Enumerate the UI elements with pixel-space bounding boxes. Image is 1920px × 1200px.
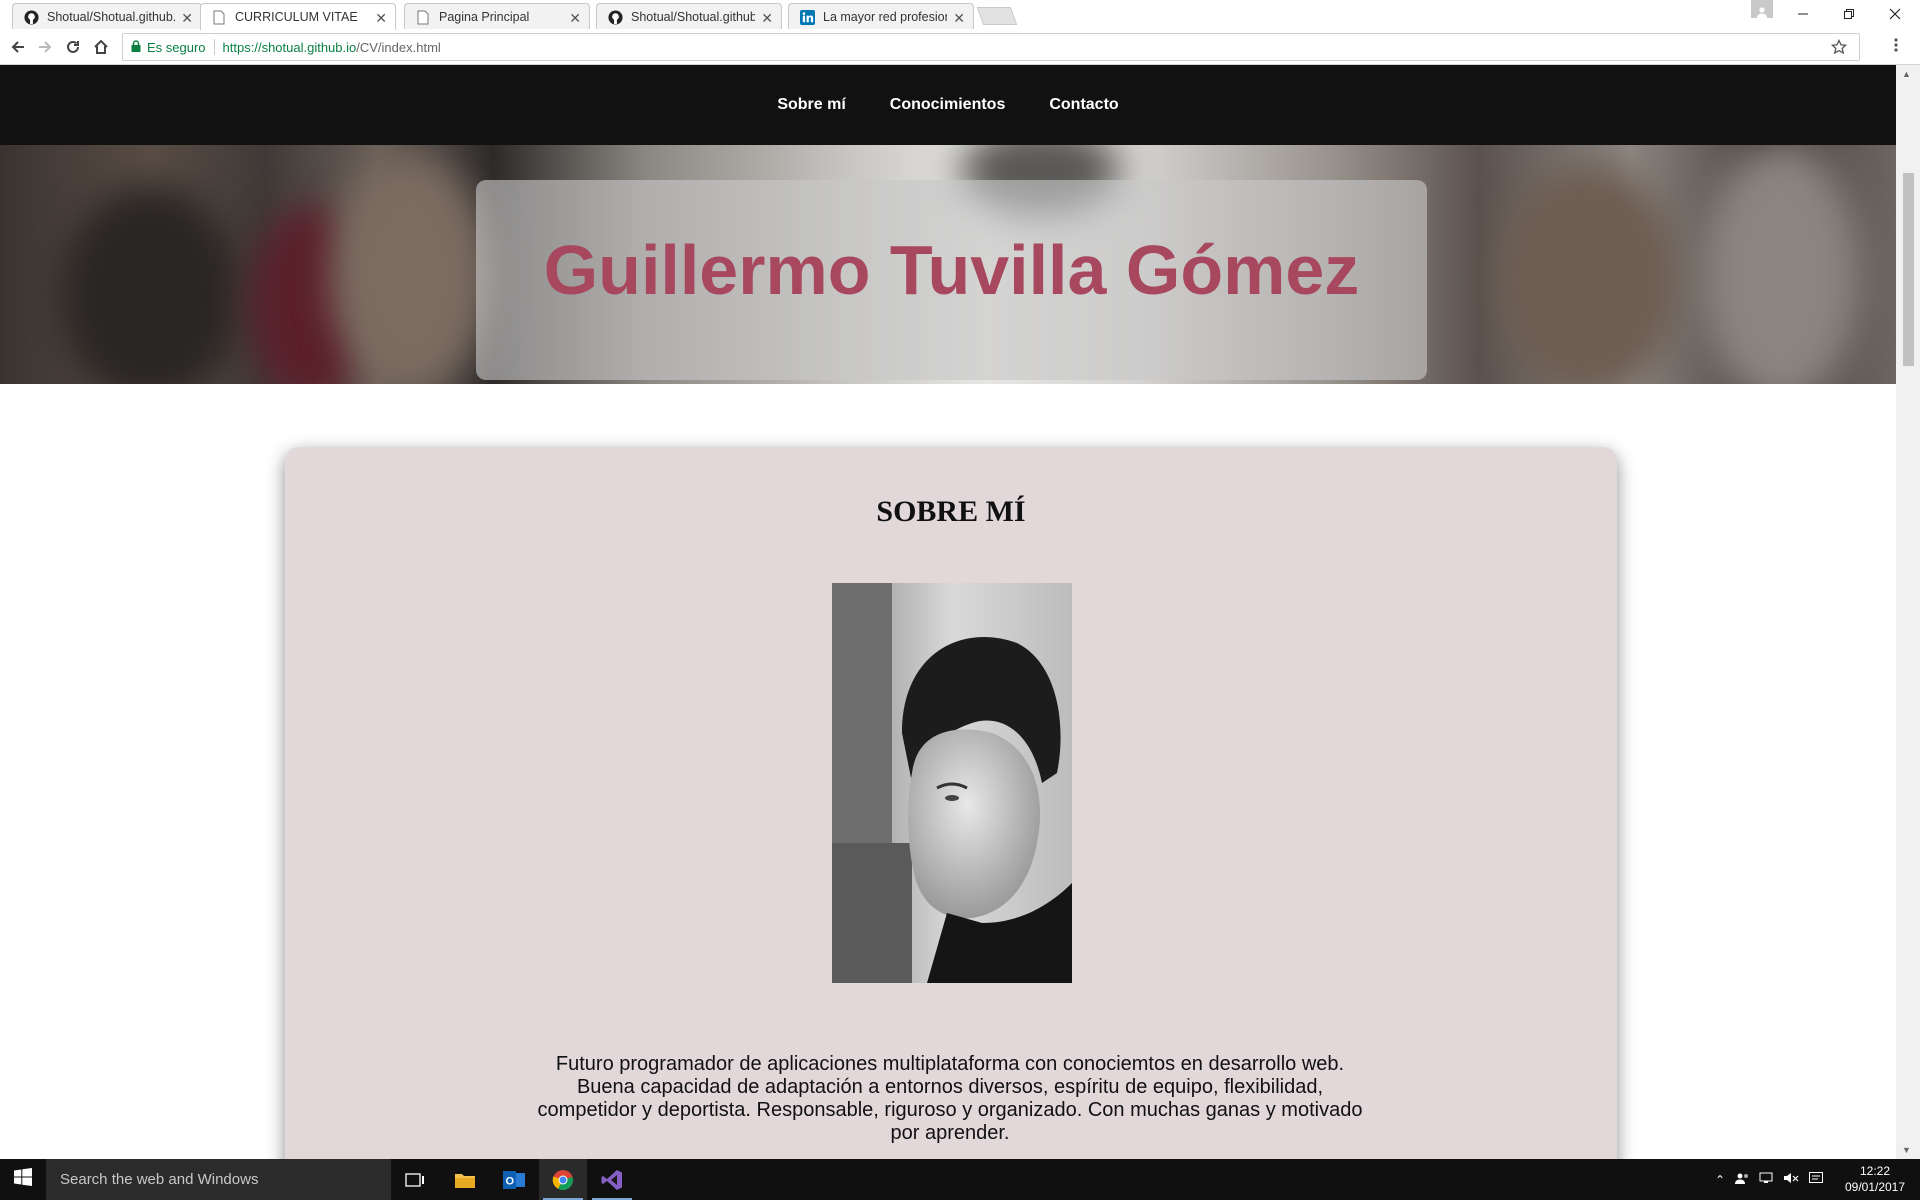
close-window-icon[interactable]: [1872, 0, 1918, 28]
browser-menu-icon[interactable]: [1894, 37, 1898, 58]
page-scrollbar[interactable]: ▲ ▼: [1896, 65, 1920, 1159]
profile-photo: [832, 583, 1072, 983]
svg-text:O: O: [506, 1175, 515, 1187]
tab-github-1[interactable]: Shotual/Shotual.github.io ✕: [12, 3, 202, 30]
scroll-down-icon[interactable]: ▼: [1902, 1145, 1911, 1155]
document-icon: [211, 9, 227, 25]
close-icon[interactable]: ✕: [375, 10, 387, 27]
security-label: Es seguro: [147, 39, 206, 55]
taskbar-clock[interactable]: 12:22 09/01/2017: [1840, 1163, 1910, 1195]
start-button[interactable]: [0, 1159, 46, 1200]
taskbar-search-box[interactable]: Search the web and Windows: [46, 1159, 391, 1200]
network-icon[interactable]: [1759, 1172, 1773, 1187]
omnibox-divider: [213, 39, 215, 55]
document-icon: [415, 9, 431, 25]
profile-icon[interactable]: [1751, 0, 1773, 18]
nav-link-conocimientos[interactable]: Conocimientos: [890, 96, 1006, 114]
tab-label: La mayor red profesional: [823, 10, 947, 24]
github-icon: [23, 9, 39, 25]
chevron-up-icon[interactable]: ⌃: [1715, 1173, 1725, 1187]
people-icon[interactable]: [1735, 1172, 1749, 1187]
address-bar[interactable]: Es seguro https://shotual.github.io/CV/i…: [122, 33, 1860, 61]
notifications-icon[interactable]: [1809, 1171, 1824, 1188]
section-title: SOBRE MÍ: [876, 495, 1026, 528]
github-icon: [607, 9, 623, 25]
hero-title-panel: Guillermo Tuvilla Gómez: [476, 180, 1427, 380]
nav-link-sobre-mi[interactable]: Sobre mí: [777, 96, 845, 114]
back-icon[interactable]: [8, 37, 28, 57]
tab-label: CURRICULUM VITAE: [235, 10, 358, 24]
restore-icon[interactable]: [1826, 0, 1872, 28]
system-tray: ⌃: [1715, 1159, 1824, 1200]
page-viewport: Sobre mí Conocimientos Contacto Guillerm…: [0, 65, 1920, 1159]
lock-icon: [131, 39, 141, 55]
close-icon[interactable]: ✕: [181, 10, 193, 27]
browser-toolbar: Es seguro https://shotual.github.io/CV/i…: [0, 29, 1920, 65]
secure-indicator[interactable]: Es seguro: [123, 40, 206, 55]
task-view-icon[interactable]: [391, 1159, 439, 1200]
new-tab-button[interactable]: [976, 7, 1018, 25]
windows-taskbar: Search the web and Windows O ⌃ 12:22 09/…: [0, 1159, 1920, 1200]
reload-icon[interactable]: [63, 37, 83, 57]
volume-muted-icon[interactable]: [1783, 1172, 1799, 1187]
clock-date: 09/01/2017: [1844, 1180, 1906, 1194]
bookmark-star-icon[interactable]: [1830, 38, 1848, 58]
hero-banner-image: Guillermo Tuvilla Gómez: [0, 145, 1896, 384]
scroll-thumb[interactable]: [1903, 173, 1914, 366]
about-description: Futuro programador de aplicaciones multi…: [537, 1053, 1363, 1144]
home-icon[interactable]: [91, 37, 111, 57]
file-explorer-icon[interactable]: [441, 1159, 489, 1200]
tab-linkedin[interactable]: La mayor red profesional ✕: [788, 3, 974, 30]
close-icon[interactable]: ✕: [761, 10, 773, 27]
scroll-up-icon[interactable]: ▲: [1902, 69, 1911, 79]
url-path: /CV/index.html: [356, 39, 441, 55]
tab-github-2[interactable]: Shotual/Shotual.github.io ✕: [596, 3, 782, 30]
minimize-icon[interactable]: [1780, 0, 1826, 28]
tab-curriculum-vitae[interactable]: CURRICULUM VITAE ✕: [200, 3, 396, 30]
close-icon[interactable]: ✕: [953, 10, 965, 27]
clock-time: 12:22: [1859, 1164, 1891, 1178]
tab-label: Shotual/Shotual.github.io: [47, 10, 175, 24]
tab-pagina-principal[interactable]: Pagina Principal ✕: [404, 3, 590, 30]
browser-tab-strip: Shotual/Shotual.github.io ✕ CURRICULUM V…: [0, 0, 1920, 30]
site-navigation: Sobre mí Conocimientos Contacto: [0, 65, 1896, 145]
nav-link-contacto[interactable]: Contacto: [1049, 96, 1118, 114]
windows-logo-icon: [14, 1168, 32, 1191]
forward-icon[interactable]: [35, 37, 55, 57]
url-host: https://shotual.github.io: [222, 39, 357, 55]
hero-title: Guillermo Tuvilla Gómez: [543, 231, 1360, 309]
linkedin-icon: [799, 9, 815, 25]
tab-label: Pagina Principal: [439, 10, 530, 24]
tab-label: Shotual/Shotual.github.io: [631, 10, 755, 24]
close-icon[interactable]: ✕: [569, 10, 581, 27]
visual-studio-icon[interactable]: [588, 1159, 636, 1200]
chrome-icon[interactable]: [539, 1159, 587, 1200]
about-me-section: SOBRE MÍ Futuro programador de aplicacio…: [285, 447, 1617, 1159]
outlook-icon[interactable]: O: [490, 1159, 538, 1200]
